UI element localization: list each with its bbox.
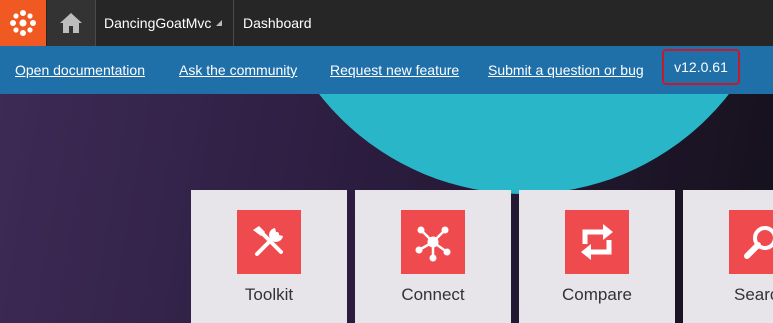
top-bar: DancingGoatMvc Dashboard xyxy=(0,0,773,46)
hero-decoration xyxy=(264,94,773,194)
tile-search[interactable]: Searc xyxy=(683,190,773,323)
search-icon xyxy=(729,210,773,274)
kentico-logo-icon xyxy=(10,10,36,36)
tile-toolkit[interactable]: Toolkit xyxy=(191,190,347,323)
tile-label: Compare xyxy=(562,285,632,304)
toolkit-icon xyxy=(237,210,301,274)
tile-label: Connect xyxy=(401,285,465,304)
submit-question-link[interactable]: Submit a question or bug xyxy=(488,46,644,94)
ask-community-link[interactable]: Ask the community xyxy=(179,46,297,94)
home-icon xyxy=(60,13,82,33)
request-feature-link[interactable]: Request new feature xyxy=(330,46,459,94)
help-links-bar: Open documentation Ask the community Req… xyxy=(0,46,773,94)
caret-icon xyxy=(216,20,223,27)
site-selector[interactable]: DancingGoatMvc xyxy=(104,0,223,46)
version-label: v12.0.61 xyxy=(662,49,740,85)
kentico-logo-button[interactable] xyxy=(0,0,46,46)
separator xyxy=(233,0,234,46)
site-name: DancingGoatMvc xyxy=(104,15,212,31)
tile-connect[interactable]: Connect xyxy=(355,190,511,323)
compare-icon xyxy=(565,210,629,274)
separator xyxy=(95,0,96,46)
tile-label: Searc xyxy=(734,285,773,304)
tile-label: Toolkit xyxy=(244,285,294,304)
tile-compare[interactable]: Compare xyxy=(519,190,675,323)
app-title: Dashboard xyxy=(243,15,312,31)
connect-icon xyxy=(401,210,465,274)
open-documentation-link[interactable]: Open documentation xyxy=(15,46,145,94)
home-button[interactable] xyxy=(47,0,95,46)
